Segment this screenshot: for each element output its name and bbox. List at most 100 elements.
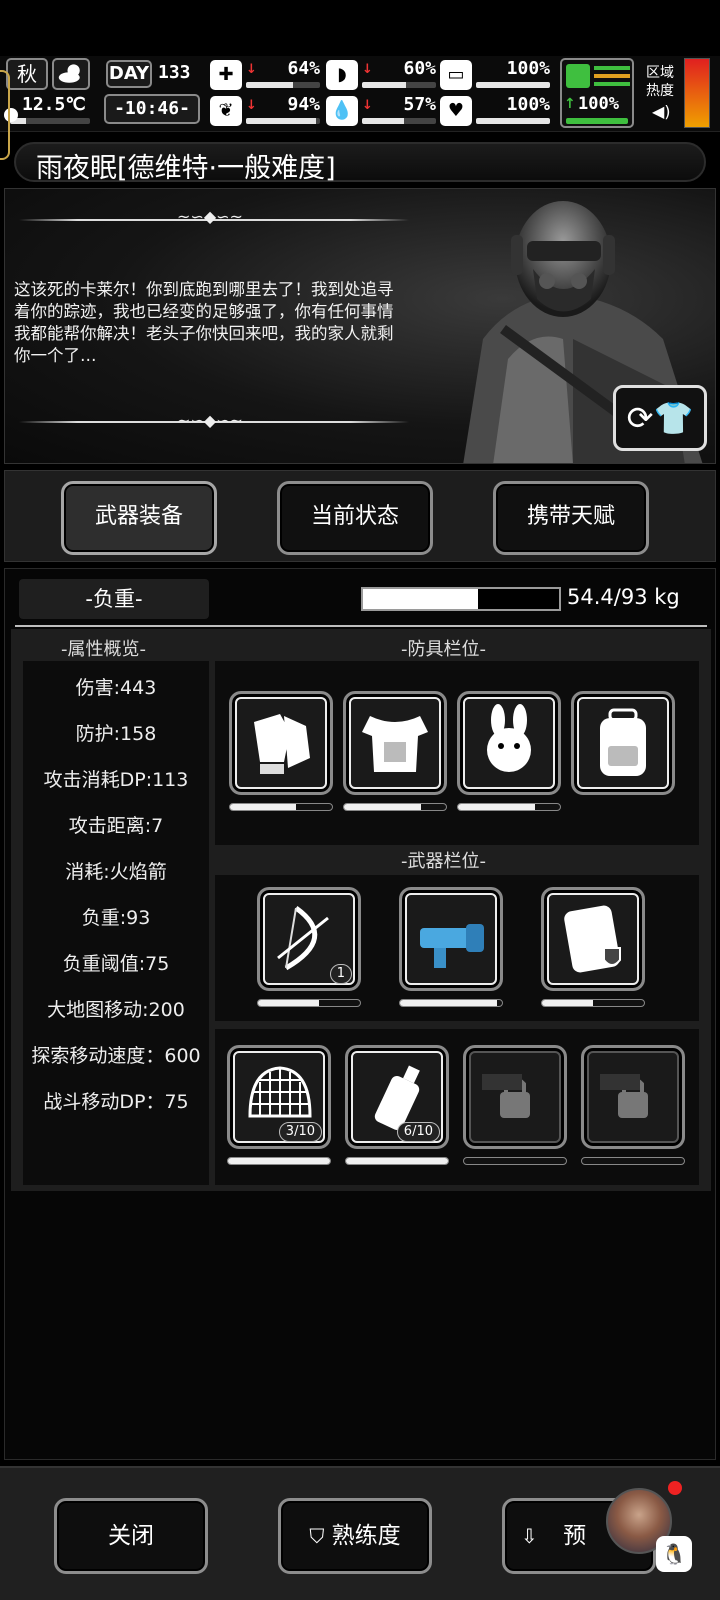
stat-value: 60%: [403, 58, 436, 79]
stat-bar: [362, 82, 436, 88]
slot-count: 6/10: [396, 1122, 440, 1142]
attributes-title: -属性概览-: [61, 639, 146, 660]
durability-bar: [399, 999, 503, 1007]
equipment-slot[interactable]: 6/10: [345, 1045, 449, 1149]
brain-icon: ❦: [210, 96, 242, 126]
stat-brain: ❦ ↓ 94%: [210, 94, 322, 128]
change-outfit-button[interactable]: ⟳👕: [613, 385, 707, 451]
equipment-slot[interactable]: [399, 887, 503, 991]
equipment-slot[interactable]: [457, 691, 561, 795]
temperature-bar: [10, 118, 90, 124]
attribute-item: 防护:158: [75, 723, 157, 745]
stat-value: 94%: [287, 94, 320, 115]
equipment-inner: -属性概览- 伤害:443 防护:158 攻击消耗DP:113 攻击距离:7 消耗:火焰…: [11, 629, 711, 1191]
character-title-bar: 雨夜眠[德维特·一般难度]: [14, 142, 706, 184]
stamina-lines: [594, 66, 630, 70]
minigun-icon: [420, 924, 484, 968]
volume-icon[interactable]: ◀): [652, 102, 671, 121]
stamina-bar: [566, 118, 628, 124]
attribute-item: 攻击消耗DP:113: [43, 769, 189, 791]
locked-slot[interactable]: [581, 1045, 685, 1149]
region-heat-label: 区域热度: [646, 65, 674, 99]
character-title: 雨夜眠[德维特·一般难度]: [36, 153, 336, 184]
durability-bar: [463, 1157, 567, 1165]
day-badge: DAY: [106, 60, 152, 88]
durability-bar: [229, 803, 333, 811]
stat-value: 64%: [287, 58, 320, 79]
stat-bar: [476, 82, 550, 88]
durability-bar: [227, 1157, 331, 1165]
equipment-slot[interactable]: [541, 887, 645, 991]
equipment-slot[interactable]: [229, 691, 333, 795]
region-heat-meter: [684, 58, 710, 128]
equipment-slot[interactable]: [571, 691, 675, 795]
temperature-readout: 12.5℃: [22, 94, 86, 115]
consumable-slots: 3/10 6/10: [215, 1029, 699, 1185]
load-text: 54.4/93 kg: [567, 585, 680, 609]
proficiency-button[interactable]: ⛉ 熟练度: [278, 1498, 432, 1574]
tab-carried-talents[interactable]: 携带天赋: [493, 481, 649, 555]
attribute-item: 负重:93: [81, 907, 151, 929]
clock-readout: -10:46-: [104, 94, 200, 124]
attribute-item: 战斗移动DP：75: [43, 1091, 189, 1113]
proficiency-label: 熟练度: [331, 1523, 401, 1549]
lock-icon: [600, 1074, 648, 1118]
equipment-slot[interactable]: [343, 691, 447, 795]
stat-value: 100%: [506, 94, 550, 115]
equipment-slot[interactable]: 3/10: [227, 1045, 331, 1149]
load-bar: [361, 587, 561, 611]
durability-bar: [541, 999, 645, 1007]
stat-value: 100%: [506, 58, 550, 79]
equipment-slot[interactable]: 1: [257, 887, 361, 991]
stat-bar: [476, 118, 550, 124]
stat-heart: ♥ 100%: [440, 94, 552, 128]
weapon-slots: 1: [215, 875, 699, 1021]
armor-title: -防具栏位-: [401, 639, 486, 660]
fuel-tank-icon: ▭: [440, 60, 472, 90]
season-label: 秋: [17, 62, 37, 86]
stamina-value: 100%: [578, 94, 619, 114]
attribute-item: 伤害:443: [75, 677, 157, 699]
tab-current-status[interactable]: 当前状态: [277, 481, 433, 555]
attributes-list: 伤害:443 防护:158 攻击消耗DP:113 攻击距离:7 消耗:火焰箭 负重:93 负…: [23, 661, 209, 1185]
boot-icon: [566, 64, 590, 88]
slot-count: 1: [329, 964, 352, 984]
backpack-icon: [600, 708, 646, 776]
body-armor-icon: [362, 716, 428, 772]
stat-bar: [246, 82, 320, 88]
attribute-item: 探索移动速度：600: [31, 1045, 201, 1067]
weather-icon: [52, 58, 90, 90]
tab-weapons-equipment[interactable]: 武器装备: [61, 481, 217, 555]
qq-icon[interactable]: 🐧: [656, 1536, 692, 1572]
stat-fuel-tank: ▭ 100%: [440, 58, 552, 92]
tab-bar: 武器装备 当前状态 携带天赋: [4, 470, 716, 562]
bunny-helmet-icon: [487, 704, 531, 772]
slot-count: 3/10: [278, 1122, 322, 1142]
proficiency-icon: ⛉: [309, 1524, 325, 1548]
refresh-shirt-icon: ⟳👕: [626, 399, 694, 437]
durability-bar: [581, 1157, 685, 1165]
gloves-icon: [254, 714, 310, 774]
load-separator: [15, 625, 707, 627]
stat-value: 57%: [403, 94, 436, 115]
water-drop-icon: 💧: [326, 96, 358, 126]
equipment-panel: -负重- 54.4/93 kg -属性概览- 伤害:443 防护:158 攻击消耗D…: [4, 568, 716, 1460]
durability-bar: [257, 999, 361, 1007]
day-value: 133: [158, 62, 191, 83]
preset-icon: ⇩: [521, 1524, 538, 1548]
armor-slots: [215, 661, 699, 845]
status-bar: 秋 12.5℃ DAY 133 -10:46- ✚ ↓ 64% ◗ ↓ 60% ▭ 100% ❦…: [0, 56, 720, 132]
ornament-top: ~∽◆∽~: [177, 207, 243, 226]
shield-device-icon: [564, 905, 621, 973]
close-button[interactable]: 关闭: [54, 1498, 208, 1574]
notification-dot: [668, 1481, 682, 1495]
story-text: 这该死的卡莱尔！你到底跑到哪里去了！我到处追寻着你的踪迹，我也已经变的足够强了，…: [14, 280, 394, 365]
weapons-title: -武器栏位-: [401, 851, 486, 872]
locked-slot[interactable]: [463, 1045, 567, 1149]
attribute-item: 负重阈值:75: [62, 953, 170, 975]
durability-bar: [343, 803, 447, 811]
attribute-item: 攻击距离:7: [68, 815, 164, 837]
story-panel: ~∽◆∽~ 这该死的卡莱尔！你到底跑到哪里去了！我到处追寻着你的踪迹，我也已经变…: [4, 188, 716, 464]
side-handle[interactable]: [0, 70, 10, 160]
durability-bar: [457, 803, 561, 811]
